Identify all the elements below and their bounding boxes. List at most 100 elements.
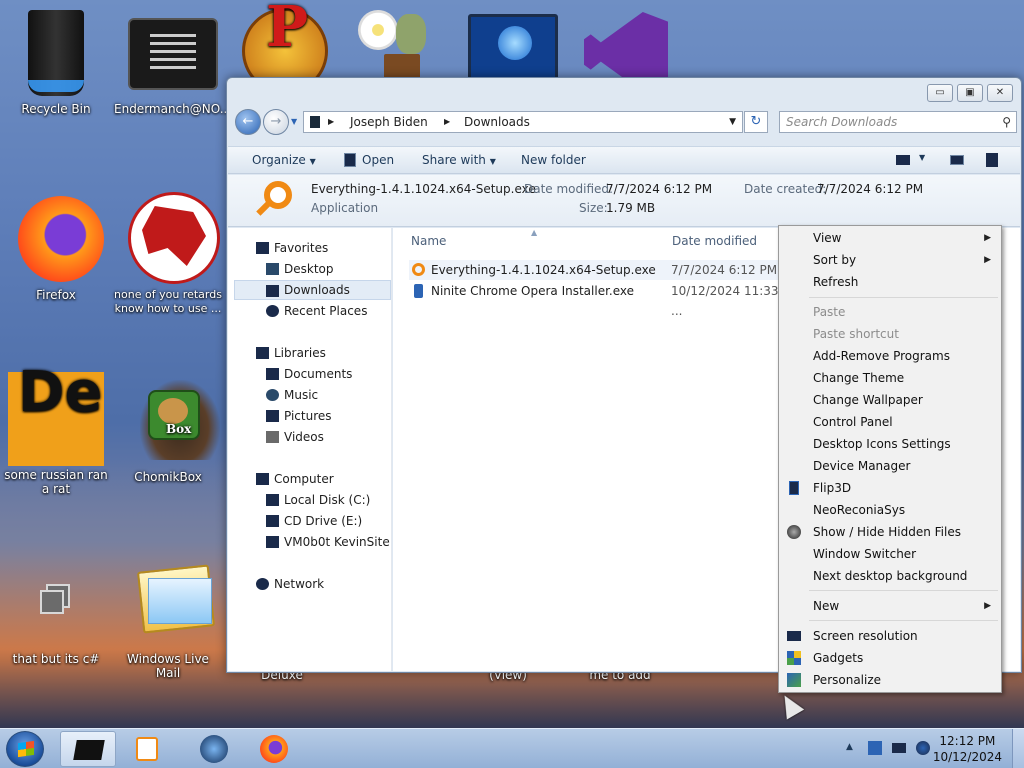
column-header-date-modified[interactable]: Date modified	[672, 234, 757, 248]
recent-pages-dropdown-icon[interactable]: ▼	[291, 117, 297, 126]
menu-item-add-remove-programs[interactable]: Add-Remove Programs	[781, 346, 999, 366]
desktop-icon	[266, 263, 279, 275]
menu-item-show-hide-hidden-files[interactable]: Show / Hide Hidden Files	[781, 522, 999, 542]
desktop-context-menu: View ▶ Sort by ▶ Refresh Paste Paste short…	[778, 225, 1002, 693]
nav-pictures[interactable]: Pictures	[228, 406, 392, 426]
nav-recent-places[interactable]: Recent Places	[228, 301, 392, 321]
show-desktop-button[interactable]	[1012, 729, 1024, 768]
nav-videos[interactable]: Videos	[228, 427, 392, 447]
address-bar[interactable]: ▶ Joseph Biden ▶ Downloads ▼	[303, 111, 743, 133]
navigation-pane: Favorites Desktop Downloads Recent Place…	[228, 228, 392, 671]
preview-pane-icon[interactable]	[950, 155, 964, 165]
taskbar-firefox-button[interactable]	[246, 731, 302, 767]
breadcrumb-joseph-biden[interactable]: Joseph Biden	[350, 112, 428, 132]
taskbar-globe-button[interactable]	[186, 731, 242, 767]
share-with-button[interactable]: Share with ▼	[422, 153, 496, 167]
nav-local-disk[interactable]: Local Disk (C:)	[228, 490, 392, 510]
menu-item-gadgets[interactable]: Gadgets	[781, 648, 999, 668]
desktop-icon-firefox[interactable]: Firefox	[2, 190, 110, 302]
menu-item-new[interactable]: New ▶	[781, 596, 999, 616]
maximize-button[interactable]: ▣	[957, 84, 983, 102]
menu-item-control-panel[interactable]: Control Panel	[781, 412, 999, 432]
desktop-icon-de[interactable]: De some russian ran a rat	[2, 365, 110, 497]
menu-item-paste-shortcut: Paste shortcut	[813, 327, 899, 341]
menu-item-device-manager[interactable]: Device Manager	[781, 456, 999, 476]
nav-computer[interactable]: Computer	[228, 469, 392, 489]
search-icon[interactable]: ⚲	[1002, 112, 1011, 132]
everything-file-icon	[412, 263, 425, 276]
show-hidden-icons-button[interactable]: ▲	[846, 742, 853, 752]
open-icon	[344, 153, 356, 167]
videos-icon	[266, 431, 279, 443]
forward-button[interactable]: →	[263, 109, 289, 135]
file-row[interactable]: Ninite Chrome Opera Installer.exe 10/12/…	[409, 281, 789, 318]
new-folder-button[interactable]: New folder	[521, 153, 586, 167]
menu-item-refresh[interactable]: Refresh	[781, 272, 999, 292]
menu-item-window-switcher[interactable]: Window Switcher	[781, 544, 999, 564]
desktop-icon-chomikbox[interactable]: Box ChomikBox	[114, 372, 222, 484]
breadcrumb-downloads[interactable]: Downloads	[464, 112, 530, 132]
details-date-created-label: Date created:	[744, 182, 827, 196]
caption-buttons: ▭ ▣ ✕	[923, 84, 1013, 102]
address-row: ← → ▼ ▶ Joseph Biden ▶ Downloads ▼ ↻ Sea…	[233, 108, 1017, 136]
volume-tray-icon[interactable]	[916, 741, 930, 755]
address-dropdown-icon[interactable]: ▼	[729, 112, 736, 132]
submenu-arrow-icon: ▶	[984, 601, 991, 611]
view-dropdown-icon[interactable]: ▼	[919, 153, 925, 162]
network-tray-icon[interactable]	[892, 743, 906, 753]
nav-network[interactable]: Network	[228, 574, 392, 594]
nav-desktop[interactable]: Desktop	[228, 259, 392, 279]
help-icon[interactable]	[986, 153, 998, 167]
nav-favorites[interactable]: Favorites	[228, 238, 392, 258]
desktop-icon-terminal[interactable]: Endermanch@NO...	[114, 4, 232, 116]
column-header-name[interactable]: Name	[411, 234, 446, 248]
change-view-icon[interactable]	[896, 155, 910, 165]
personalize-icon	[787, 673, 801, 687]
firefox-icon	[260, 735, 288, 763]
command-bar: Organize ▼ Open Share with ▼ New folder …	[228, 146, 1020, 174]
start-button[interactable]	[6, 731, 44, 767]
screen-resolution-icon	[787, 631, 801, 641]
open-button[interactable]: Open	[362, 153, 394, 167]
computer-icon	[256, 473, 269, 485]
taskbar-media-player-button[interactable]	[118, 731, 174, 767]
taskbar-explorer-button[interactable]	[60, 731, 116, 767]
refresh-button[interactable]: ↻	[744, 111, 768, 133]
details-size-label: Size:	[579, 201, 608, 215]
desktop-icon-windows-live-mail[interactable]: Windows Live Mail	[114, 554, 222, 680]
mail-icon	[120, 554, 216, 650]
file-name: Ninite Chrome Opera Installer.exe	[431, 284, 635, 298]
tray-app-icon[interactable]	[868, 741, 882, 755]
organize-button[interactable]: Organize ▼	[252, 153, 316, 167]
menu-item-change-theme[interactable]: Change Theme	[781, 368, 999, 388]
desktop-icon-recycle-bin[interactable]: Recycle Bin	[2, 4, 110, 116]
file-row[interactable]: Everything-1.4.1.1024.x64-Setup.exe 7/7/…	[409, 260, 789, 280]
search-input[interactable]: Search Downloads ⚲	[779, 111, 1017, 133]
windows-stack-icon	[8, 554, 104, 650]
menu-item-change-wallpaper[interactable]: Change Wallpaper	[781, 390, 999, 410]
details-filename: Everything-1.4.1.1024.x64-Setup.exe	[311, 182, 536, 196]
nav-libraries[interactable]: Libraries	[228, 343, 392, 363]
system-clock[interactable]: 12:12 PM 10/12/2024	[933, 733, 1002, 765]
desktop-icon-dragon[interactable]: none of you retards know how to use ...	[114, 190, 222, 316]
menu-item-view[interactable]: View ▶	[781, 228, 999, 248]
nav-documents[interactable]: Documents	[228, 364, 392, 384]
everything-search-icon	[254, 181, 294, 221]
menu-item-neoreconiasys[interactable]: NeoReconiaSys	[781, 500, 999, 520]
minimize-button[interactable]: ▭	[927, 84, 953, 102]
desktop-icon-windows-stack[interactable]: that but its c#	[2, 554, 110, 666]
nav-cd-drive[interactable]: CD Drive (E:)	[228, 511, 392, 531]
menu-item-sort-by[interactable]: Sort by ▶	[781, 250, 999, 270]
nav-vm-site[interactable]: VM0b0t KevinSite	[228, 532, 392, 552]
menu-item-desktop-icons-settings[interactable]: Desktop Icons Settings	[781, 434, 999, 454]
back-button[interactable]: ←	[235, 109, 261, 135]
menu-separator	[809, 590, 998, 591]
menu-item-next-desktop-background[interactable]: Next desktop background	[781, 566, 999, 586]
close-button[interactable]: ✕	[987, 84, 1013, 102]
menu-item-personalize[interactable]: Personalize	[781, 670, 999, 690]
nav-music[interactable]: Music	[228, 385, 392, 405]
menu-item-flip3d[interactable]: Flip3D	[781, 478, 999, 498]
menu-item-screen-resolution[interactable]: Screen resolution	[781, 626, 999, 646]
nav-downloads[interactable]: Downloads	[234, 280, 391, 300]
desktop-icon-label: Endermanch@NO...	[114, 102, 232, 116]
